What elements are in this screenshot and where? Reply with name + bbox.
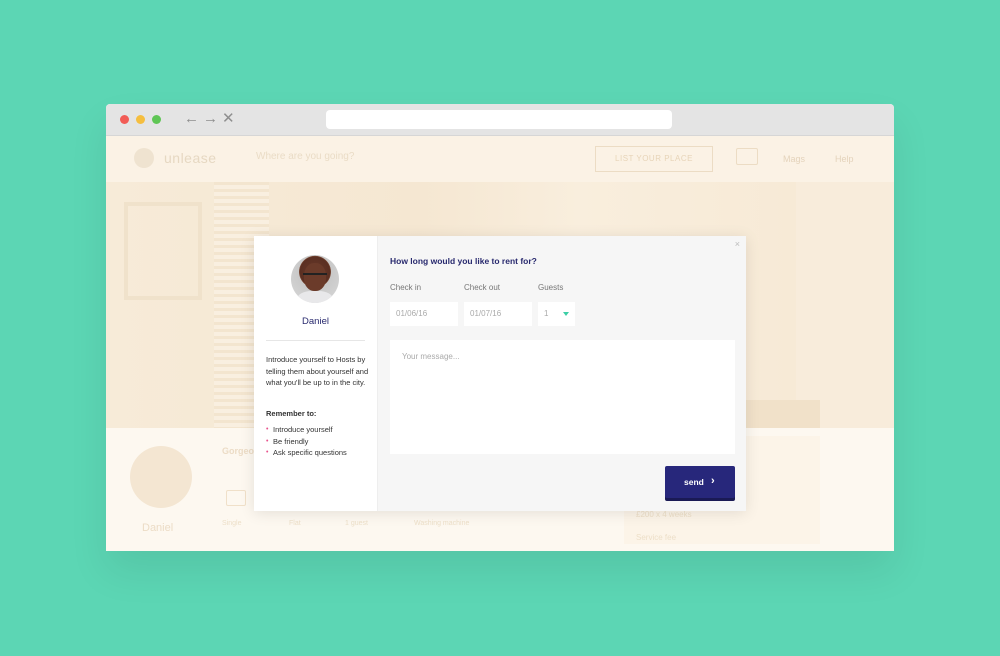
- tip-text: Ask specific questions: [273, 448, 347, 457]
- list-item: • Introduce yourself: [266, 424, 347, 436]
- close-icon[interactable]: ×: [735, 239, 740, 249]
- check-out-field[interactable]: 01/07/16: [464, 302, 532, 326]
- address-bar[interactable]: [326, 110, 672, 129]
- bullet-icon: •: [266, 437, 269, 445]
- booking-form-panel: × How long would you like to rent for? C…: [378, 236, 746, 511]
- contact-host-modal: Daniel Introduce yourself to Hosts by te…: [254, 236, 746, 511]
- tips-list: • Introduce yourself • Be friendly • Ask sp…: [266, 424, 347, 459]
- back-arrow-icon[interactable]: ←: [184, 110, 199, 128]
- host-avatar: [291, 255, 339, 303]
- remember-heading: Remember to:: [266, 409, 317, 418]
- feature-label: Single: [222, 520, 242, 527]
- tip-text: Be friendly: [273, 436, 309, 446]
- guests-value: 1: [544, 309, 549, 318]
- intro-text: Introduce yourself to Hosts by telling t…: [266, 355, 369, 387]
- search-placeholder: Where are you going?: [256, 151, 355, 162]
- guests-label: Guests: [538, 283, 564, 292]
- browser-titlebar: ← → ✕: [106, 104, 894, 136]
- browser-window: ← → ✕ unlease Where are you going? LIST …: [106, 104, 894, 551]
- divider: [266, 340, 365, 341]
- guests-select[interactable]: 1: [538, 302, 575, 326]
- feature-label: 1 guest: [345, 520, 368, 527]
- host-avatar-ghost: [130, 446, 192, 508]
- maximize-window-button[interactable]: [152, 115, 161, 124]
- avatar-shirt: [297, 291, 333, 303]
- bullet-icon: •: [266, 426, 269, 433]
- send-label: send: [684, 477, 704, 487]
- faded-background-page: unlease Where are you going? LIST YOUR P…: [106, 136, 894, 551]
- price-row: Service fee: [636, 533, 677, 542]
- nav-link-mags: Mags: [783, 154, 806, 164]
- list-item: • Be friendly: [266, 436, 347, 448]
- feature-label: Washing machine: [414, 520, 470, 527]
- host-info-panel: Daniel Introduce yourself to Hosts by te…: [254, 236, 378, 511]
- hero-picture-frame: [124, 202, 202, 300]
- check-in-field[interactable]: 01/06/16: [390, 302, 458, 326]
- message-textarea[interactable]: Your message...: [390, 340, 735, 454]
- hero-right-panel: [796, 182, 894, 428]
- logo-icon: [134, 148, 154, 168]
- host-name: Daniel: [302, 316, 329, 327]
- minimize-window-button[interactable]: [136, 115, 145, 124]
- host-name-ghost: Daniel: [142, 522, 174, 534]
- close-window-button[interactable]: [120, 115, 129, 124]
- tip-text: Introduce yourself: [273, 425, 333, 434]
- bed-icon: [226, 490, 246, 506]
- price-row: £200 x 4 weeks: [636, 510, 692, 519]
- list-place-button: LIST YOUR PLACE: [595, 146, 713, 172]
- feature-label: Flat: [289, 520, 301, 527]
- list-item: • Ask specific questions: [266, 447, 347, 459]
- bullet-icon: •: [266, 449, 269, 456]
- check-out-label: Check out: [464, 283, 501, 292]
- site-logo: unlease: [164, 150, 217, 166]
- site-header: unlease Where are you going? LIST YOUR P…: [106, 136, 894, 182]
- form-question: How long would you like to rent for?: [390, 256, 537, 266]
- check-in-label: Check in: [390, 283, 422, 292]
- send-button[interactable]: send ›: [665, 466, 735, 498]
- forward-arrow-icon[interactable]: →: [203, 110, 218, 128]
- mail-icon: [736, 148, 758, 165]
- nav-link-help: Help: [835, 154, 854, 164]
- chevron-right-icon: ›: [711, 475, 715, 487]
- avatar-glasses: [303, 273, 327, 280]
- chevron-down-icon: [563, 312, 569, 316]
- stop-icon[interactable]: ✕: [222, 110, 235, 128]
